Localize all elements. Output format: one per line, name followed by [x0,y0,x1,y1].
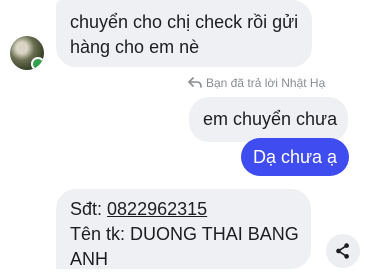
phone-link[interactable]: 0822962315 [107,199,207,219]
account-name-line: Tên tk: DUONG THAI BANG [70,224,299,244]
message-text-line: chuyển cho chị check rồi gửi [70,12,299,32]
reply-hint-text: Bạn đã trả lời Nhật Hạ [206,76,326,90]
outgoing-message-text: Dạ chưa ạ [252,147,338,167]
avatar[interactable] [10,36,44,70]
share-button[interactable] [326,234,360,268]
incoming-message-bubble[interactable]: chuyển cho chị check rồi gửi hàng cho em… [56,0,312,67]
reply-hint: Bạn đã trả lời Nhật Hạ [188,76,325,90]
share-icon [336,243,349,259]
reply-arrow-icon [188,77,202,88]
account-name-line-2: ANH [70,249,109,269]
phone-label: Sđt: [70,199,108,219]
incoming-message-bubble-account[interactable]: Sđt: 0822962315 Tên tk: DUONG THAI BANG … [56,189,311,269]
message-text-line: hàng cho em nè [70,37,200,57]
quoted-message-text: em chuyển chưa [203,109,338,129]
quoted-message-bubble[interactable]: em chuyển chưa [189,97,348,142]
online-dot-icon [31,57,44,70]
phone-line: Sđt: 0822962315 [70,197,297,222]
outgoing-message-bubble[interactable]: Dạ chưa ạ [241,138,349,176]
